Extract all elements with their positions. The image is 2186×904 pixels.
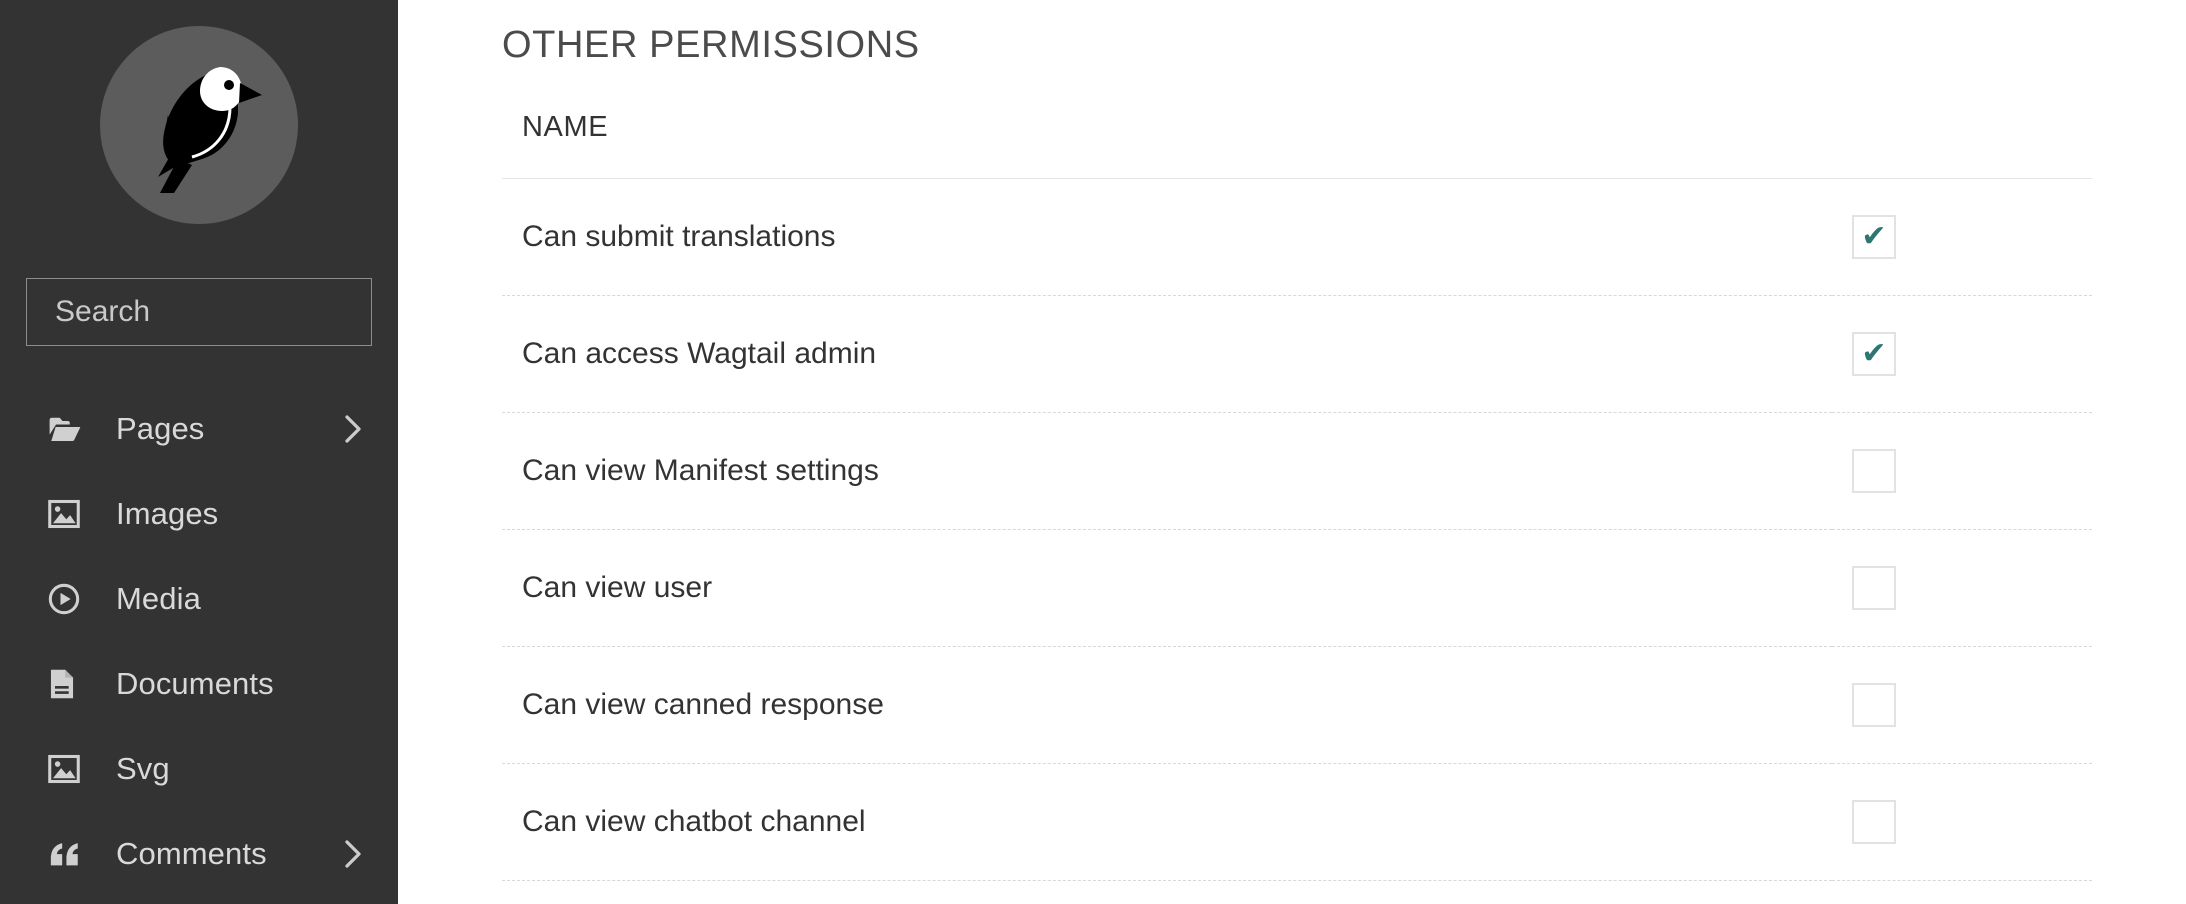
sidebar-item-label: Documents [116, 665, 274, 701]
table-row: Can view flat menu✔ [502, 881, 2092, 904]
permission-checkbox-cell: ✔ [1832, 881, 2092, 904]
permission-checkbox[interactable]: ✔ [1852, 566, 1896, 610]
play-circle-icon [48, 583, 90, 615]
permission-checkbox-cell: ✔ [1832, 295, 2092, 413]
image-icon [48, 754, 90, 784]
sidebar-item-svg[interactable]: Svg [0, 726, 398, 811]
permission-checkbox-cell: ✔ [1832, 529, 2092, 647]
sidebar-item-label: Svg [116, 750, 170, 786]
column-header-name: NAME [502, 111, 1832, 179]
permission-checkbox-cell: ✔ [1832, 178, 2092, 296]
folder-open-icon [48, 415, 90, 443]
table-row: Can access Wagtail admin ✔ [502, 295, 2092, 413]
image-icon [48, 499, 90, 529]
admin-layout: Pages Images [0, 0, 2186, 904]
quote-icon [48, 840, 90, 868]
table-row: Can submit translations ✔ [502, 178, 2092, 296]
search-input[interactable] [27, 279, 398, 345]
sidebar-search-container [26, 278, 398, 346]
table-head: NAME [502, 111, 2092, 179]
table-row: Can view canned response ✔ [502, 646, 2092, 764]
sidebar-item-media[interactable]: Media [0, 556, 398, 641]
sidebar-item-label: Comments [116, 835, 267, 871]
sidebar: Pages Images [0, 0, 398, 904]
permission-checkbox-cell: ✔ [1832, 646, 2092, 764]
chevron-right-icon[interactable] [340, 839, 366, 869]
page-title: OTHER PERMISSIONS [502, 24, 920, 66]
table-row: Can view chatbot channel ✔ [502, 763, 2092, 881]
sidebar-item-label: Images [116, 495, 219, 531]
sidebar-item-images[interactable]: Images [0, 471, 398, 556]
permission-checkbox-cell: ✔ [1832, 412, 2092, 530]
permission-checkbox-cell: ✔ [1832, 763, 2092, 881]
check-icon: ✔ [1861, 337, 1887, 370]
other-permissions-table: NAME Can submit translations ✔ Can access … [502, 111, 2092, 904]
permission-name: Can view chatbot channel [502, 763, 1832, 881]
permission-checkbox[interactable]: ✔ [1852, 449, 1896, 493]
permission-name: Can submit translations [502, 178, 1832, 296]
chevron-right-icon[interactable] [340, 414, 366, 444]
table-row: Can view user ✔ [502, 529, 2092, 647]
permission-name: Can view user [502, 529, 1832, 647]
table-row: Can view Manifest settings ✔ [502, 412, 2092, 530]
permission-name: Can view canned response [502, 646, 1832, 764]
main-content: OTHER PERMISSIONS NAME Can submit transl… [398, 0, 2186, 904]
sidebar-item-comments[interactable]: Comments [0, 811, 398, 896]
permission-name: Can access Wagtail admin [502, 295, 1832, 413]
permission-name: Can view flat menu [502, 881, 1832, 904]
permission-checkbox[interactable]: ✔ [1852, 800, 1896, 844]
permission-checkbox[interactable]: ✔ [1852, 683, 1896, 727]
check-icon: ✔ [1861, 220, 1887, 253]
table-header-row: NAME [502, 111, 2092, 179]
sidebar-item-pages[interactable]: Pages [0, 386, 398, 471]
table-body: Can submit translations ✔ Can access Wagta… [502, 178, 2092, 904]
wagtail-bird-logo[interactable] [100, 26, 298, 224]
sidebar-item-documents[interactable]: Documents [0, 641, 398, 726]
permission-checkbox[interactable]: ✔ [1852, 332, 1896, 376]
document-icon [48, 668, 90, 700]
sidebar-item-label: Media [116, 580, 201, 616]
sidebar-logo-container [0, 0, 398, 224]
permission-name: Can view Manifest settings [502, 412, 1832, 530]
search-box[interactable] [26, 278, 398, 346]
sidebar-nav: Pages Images Media Documents Svg Comment… [0, 386, 398, 896]
sidebar-item-label: Pages [116, 410, 205, 446]
permission-checkbox[interactable]: ✔ [1852, 215, 1896, 259]
column-header-checkbox [1832, 111, 2092, 179]
